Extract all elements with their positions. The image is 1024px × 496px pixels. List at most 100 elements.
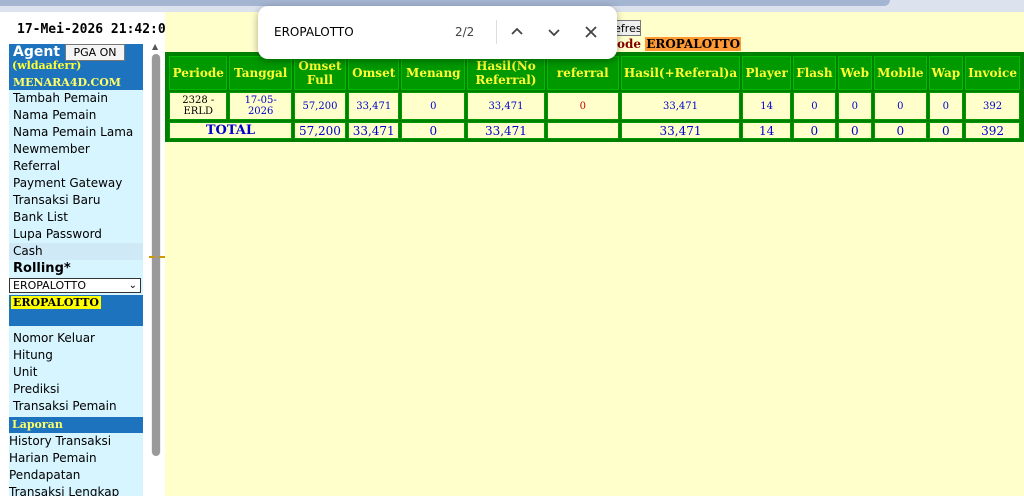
menu-item-unit[interactable]: Unit — [9, 364, 143, 381]
menu-item-transaksi-baru[interactable]: Transaksi Baru — [9, 192, 143, 209]
col-header: Flash — [793, 56, 836, 90]
agent-username: (wldaaferr) — [12, 59, 82, 72]
chevron-up-icon — [511, 27, 523, 35]
col-header: Tanggal — [229, 56, 292, 90]
table-total-row: TOTAL 57,200 33,471 0 33,471 33,471 14 0… — [169, 122, 1020, 139]
col-header: Hasil(No Referral) — [467, 56, 545, 90]
col-header: Periode — [169, 56, 228, 90]
menu-item-harian-pemain[interactable]: Harian Pemain — [9, 450, 143, 467]
cell-invoice: 392 — [965, 92, 1020, 120]
frame-resize-handle[interactable] — [149, 256, 165, 260]
game-tag: EROPALOTTO — [11, 296, 101, 309]
find-close-button[interactable] — [579, 19, 603, 45]
datetime-display: 17-Mei-2026 21:42:06 — [17, 22, 165, 37]
menu-item-payment-gateway[interactable]: Payment Gateway — [9, 175, 143, 192]
menu-item-bank-list[interactable]: Bank List — [9, 209, 143, 226]
kode-label-text: ode — [617, 37, 642, 51]
cell-hasil-referal: 33,471 — [620, 92, 741, 120]
menu-item-pendapatan[interactable]: Pendapatan — [9, 467, 143, 484]
table-row: 2328 - ERLD 17-05-2026 57,200 33,471 0 3… — [169, 92, 1020, 120]
find-divider — [496, 20, 497, 44]
sidebar-scrollbar[interactable] — [151, 54, 161, 456]
find-in-page-bar: 2/2 — [258, 6, 617, 59]
menu-item-prediksi[interactable]: Prediksi — [9, 381, 143, 398]
table-header-row: Periode Tanggal Omset Full Omset Menang … — [169, 56, 1020, 90]
total-hasil-referal: 33,471 — [620, 122, 741, 139]
cell-omset-full: 57,200 — [293, 92, 347, 120]
cell-wap: 0 — [928, 92, 964, 120]
cell-flash: 0 — [793, 92, 836, 120]
col-header: Mobile — [874, 56, 927, 90]
col-header: Web — [837, 56, 873, 90]
cell-web: 0 — [837, 92, 873, 120]
total-menang: 0 — [401, 122, 466, 139]
menu-item-tambah-pemain[interactable]: Tambah Pemain — [9, 90, 143, 107]
menu-mid-group: Nomor Keluar Hitung Unit Prediksi Transa… — [9, 330, 143, 415]
menu-item-history-transaksi[interactable]: History Transaksi — [9, 433, 143, 450]
total-omset: 33,471 — [348, 122, 400, 139]
find-next-button[interactable] — [542, 19, 566, 45]
cell-menang: 0 — [401, 92, 466, 120]
total-omset-full: 57,200 — [293, 122, 347, 139]
menu-item-transaksi-lengkap[interactable]: Transaksi Lengkap — [9, 484, 143, 496]
cell-mobile: 0 — [874, 92, 927, 120]
cell-tanggal: 17-05-2026 — [229, 92, 292, 120]
agent-label: Agent — [13, 44, 61, 60]
menu-item-nomor-keluar[interactable]: Nomor Keluar — [9, 330, 143, 347]
menu-item-nama-pemain-lama[interactable]: Nama Pemain Lama — [9, 124, 143, 141]
find-previous-button[interactable] — [505, 19, 529, 45]
cell-hasil-no-referral: 33,471 — [467, 92, 545, 120]
menu-item-nama-pemain[interactable]: Nama Pemain — [9, 107, 143, 124]
scroll-up-arrow-icon[interactable]: ▲ — [152, 42, 158, 51]
menu-item-hitung[interactable]: Hitung — [9, 347, 143, 364]
total-label: TOTAL — [169, 122, 292, 139]
kode-label: ode EROPALOTTO — [617, 37, 742, 51]
find-match-count: 2/2 — [455, 25, 475, 39]
menu-item-referral[interactable]: Referral — [9, 158, 143, 175]
col-header: Omset — [348, 56, 400, 90]
close-icon — [585, 26, 597, 38]
left-frame: 17-Mei-2026 21:42:06 Agent PGA ON (wldaa… — [0, 12, 165, 496]
total-flash: 0 — [793, 122, 836, 139]
col-header: Hasil(+Referal)a — [620, 56, 741, 90]
menu-bottom-group: History Transaksi Harian Pemain Pendapat… — [9, 433, 143, 496]
total-wap: 0 — [928, 122, 964, 139]
game-block: EROPALOTTO — [9, 295, 143, 326]
col-header: Wap — [928, 56, 964, 90]
chevron-down-icon — [548, 29, 560, 37]
col-header: Omset Full — [293, 56, 347, 90]
total-invoice: 392 — [965, 122, 1020, 139]
col-header: Player — [742, 56, 792, 90]
main-content: Refresh ode EROPALOTTO Periode Tanggal O… — [165, 12, 1024, 496]
report-table-wrapper: Periode Tanggal Omset Full Omset Menang … — [165, 52, 1024, 142]
laporan-header: Laporan — [9, 417, 143, 433]
kode-value: EROPALOTTO — [645, 37, 742, 51]
game-select-value: EROPALOTTO — [13, 279, 87, 292]
chevron-down-icon: ⌄ — [128, 280, 137, 291]
report-table: Periode Tanggal Omset Full Omset Menang … — [167, 54, 1022, 141]
col-header: Menang — [401, 56, 466, 90]
total-player: 14 — [742, 122, 792, 139]
col-header: Invoice — [965, 56, 1020, 90]
rolling-label: Rolling* — [13, 261, 71, 276]
menu-item-cash[interactable]: Cash — [9, 243, 143, 260]
menu-item-newmember[interactable]: Newmember — [9, 141, 143, 158]
brand-label: MENARA4D.COM — [9, 74, 143, 90]
col-header: referral — [546, 56, 619, 90]
find-input[interactable] — [274, 22, 444, 42]
total-referral — [546, 122, 619, 139]
cell-periode: 2328 - ERLD — [169, 92, 228, 120]
menu-item-transaksi-pemain[interactable]: Transaksi Pemain — [9, 398, 143, 415]
cell-player: 14 — [742, 92, 792, 120]
scrollbar-thumb[interactable] — [152, 54, 160, 456]
agent-header: Agent PGA ON (wldaaferr) — [9, 44, 143, 74]
total-mobile: 0 — [874, 122, 927, 139]
sidebar-menu: Agent PGA ON (wldaaferr) MENARA4D.COM Ta… — [9, 44, 143, 496]
total-hasil-no-referral: 33,471 — [467, 122, 545, 139]
cell-referral: 0 — [546, 92, 619, 120]
cell-omset: 33,471 — [348, 92, 400, 120]
menu-item-lupa-password[interactable]: Lupa Password — [9, 226, 143, 243]
game-select[interactable]: EROPALOTTO ⌄ — [9, 278, 141, 293]
total-web: 0 — [837, 122, 873, 139]
menu-top-group: Tambah Pemain Nama Pemain Nama Pemain La… — [9, 90, 143, 260]
